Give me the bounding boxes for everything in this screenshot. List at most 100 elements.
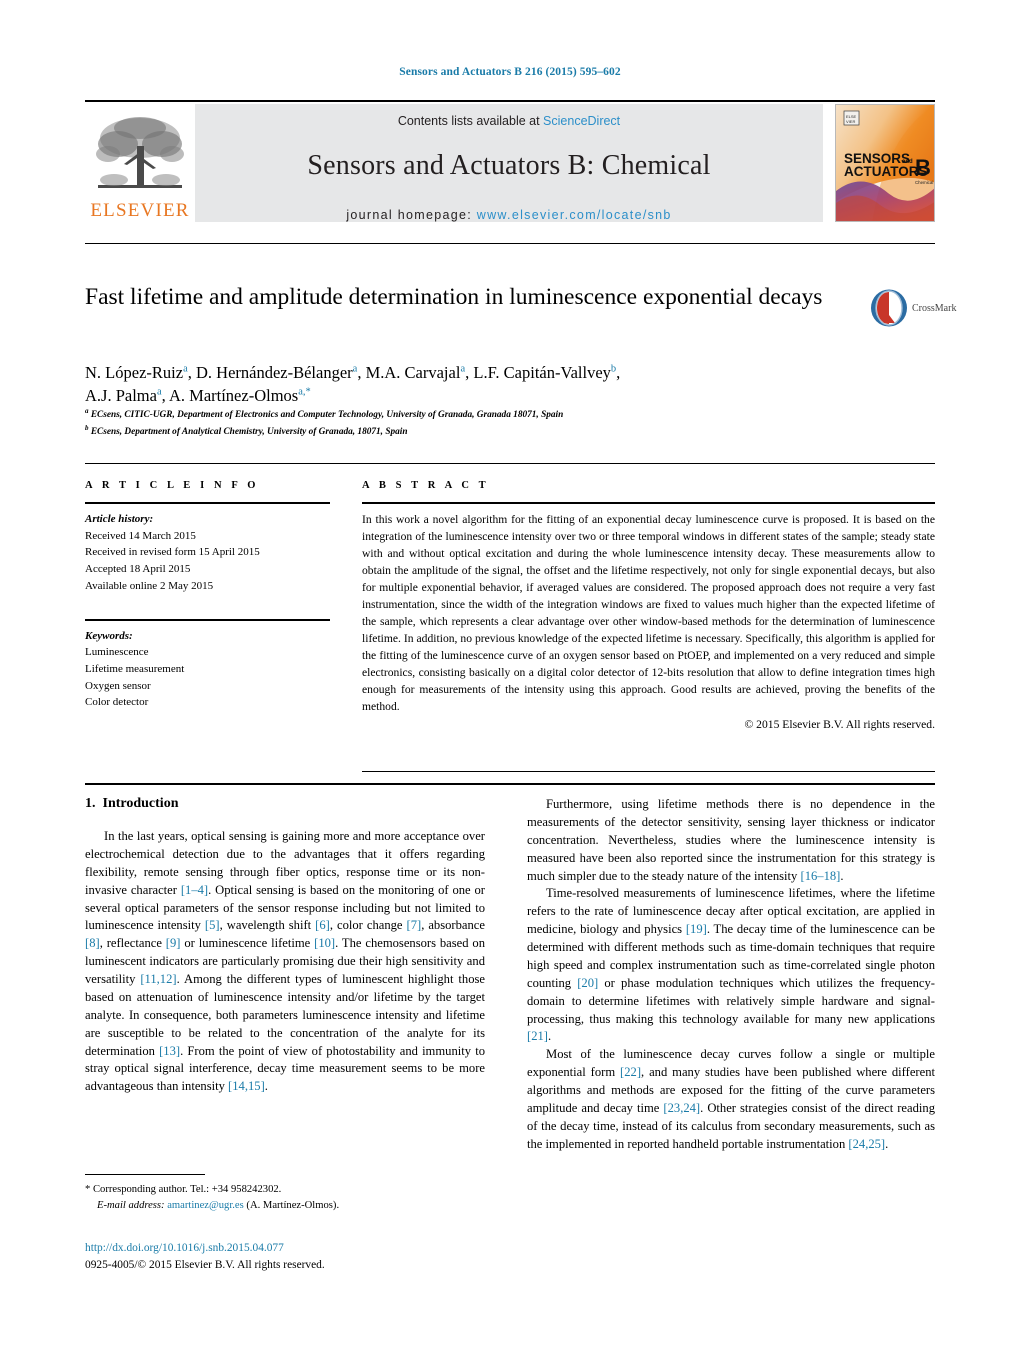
homepage-label: journal homepage: bbox=[346, 208, 477, 222]
issn-copyright-line: 0925-4005/© 2015 Elsevier B.V. All right… bbox=[85, 1259, 325, 1272]
abstract-text: In this work a novel algorithm for the f… bbox=[362, 513, 935, 714]
journal-title: Sensors and Actuators B: Chemical bbox=[307, 150, 711, 181]
body-top-rule bbox=[85, 783, 935, 785]
article-info-column: A R T I C L E I N F O Article history: R… bbox=[85, 480, 330, 711]
email-link[interactable]: amartinez@ugr.es bbox=[167, 1200, 244, 1211]
journal-header-center: Contents lists available at ScienceDirec… bbox=[195, 104, 823, 222]
keywords-label: Keywords: bbox=[85, 629, 133, 642]
citation-link[interactable]: [24,25] bbox=[848, 1137, 885, 1151]
body-column-left: 1. Introduction In the last years, optica… bbox=[85, 796, 485, 1096]
svg-text:Chemical: Chemical bbox=[915, 180, 933, 185]
citation-link[interactable]: [9] bbox=[166, 936, 181, 950]
corresponding-author-footnote: * Corresponding author. Tel.: +34 958242… bbox=[85, 1174, 485, 1214]
contents-list-line: Contents lists available at ScienceDirec… bbox=[398, 114, 620, 128]
keywords-group: Keywords: Luminescence Lifetime measureme… bbox=[85, 628, 330, 712]
citation-link[interactable]: [6] bbox=[315, 918, 330, 932]
right-column-paragraphs: Furthermore, using lifetime methods ther… bbox=[527, 796, 935, 1154]
affiliation-marker: a bbox=[85, 407, 89, 415]
header-top-rule bbox=[85, 100, 935, 102]
author-name: A. Martínez-Olmos bbox=[168, 386, 299, 406]
author-list: N. López-Ruiza, D. Hernández-Bélangera, … bbox=[85, 363, 621, 406]
elsevier-tree-icon bbox=[96, 117, 184, 188]
journal-homepage-line: journal homepage: www.elsevier.com/locat… bbox=[346, 208, 671, 222]
journal-header-band: ELSEVIER Contents lists available at Sci… bbox=[85, 104, 935, 222]
body-paragraph: Time-resolved measurements of luminescen… bbox=[527, 886, 935, 1044]
author-name: A.J. Palma bbox=[85, 386, 157, 406]
citation-link[interactable]: [23,24] bbox=[663, 1101, 700, 1115]
left-column-paragraphs: In the last years, optical sensing is ga… bbox=[85, 828, 485, 1096]
header-bottom-rule bbox=[85, 243, 935, 244]
abstract-heading: A B S T R A C T bbox=[362, 480, 490, 491]
crossmark-icon bbox=[871, 289, 907, 327]
svg-text:VIER: VIER bbox=[846, 119, 855, 124]
elsevier-wordmark: ELSEVIER bbox=[90, 200, 190, 221]
author-name: N. López-Ruiz bbox=[85, 363, 184, 382]
author-affiliation-marker: a bbox=[352, 363, 358, 375]
homepage-url-link[interactable]: www.elsevier.com/locate/snb bbox=[477, 208, 672, 222]
article-history-items: Received 14 March 2015 Received in revise… bbox=[85, 528, 330, 595]
article-history-label: Article history: bbox=[85, 513, 154, 525]
affiliation-list: a ECsens, CITIC-UGR, Department of Elect… bbox=[85, 406, 875, 440]
citation-link[interactable]: [13] bbox=[159, 1044, 180, 1058]
info-abstract-top-rule bbox=[85, 463, 935, 464]
elsevier-logo[interactable]: ELSEVIER bbox=[85, 104, 195, 222]
citation-link[interactable]: [11,12] bbox=[140, 972, 176, 986]
journal-cover-thumbnail[interactable]: ELSE VIER SENSORS and ACTUATORS B Chemic… bbox=[835, 104, 935, 222]
citation-link[interactable]: [20] bbox=[577, 976, 598, 990]
author-name: M.A. Carvajal bbox=[365, 363, 461, 382]
citation-link[interactable]: [1–4] bbox=[181, 883, 208, 897]
email-owner: (A. Martínez-Olmos). bbox=[246, 1199, 340, 1211]
section-heading-introduction: 1. Introduction bbox=[85, 796, 485, 812]
keyword-item: Color detector bbox=[85, 696, 149, 709]
affiliation-item: a ECsens, CITIC-UGR, Department of Elect… bbox=[85, 407, 564, 421]
citation-link[interactable]: [5] bbox=[205, 918, 220, 932]
author-name: D. Hernández-Bélanger bbox=[195, 363, 353, 382]
citation-link[interactable]: [22] bbox=[620, 1065, 641, 1079]
footnote-line-1: * Corresponding author. Tel.: +34 958242… bbox=[85, 1182, 485, 1198]
keywords-items: Luminescence Lifetime measurement Oxygen s… bbox=[85, 644, 330, 711]
keyword-item: Luminescence bbox=[85, 646, 149, 659]
body-paragraph: Furthermore, using lifetime methods ther… bbox=[527, 797, 935, 883]
abstract-rule bbox=[362, 502, 935, 504]
affiliation-item: b ECsens, Department of Analytical Chemi… bbox=[85, 424, 408, 438]
citation-link[interactable]: [21] bbox=[527, 1029, 548, 1043]
article-history-item: Received 14 March 2015 bbox=[85, 529, 196, 542]
footnote-line-2: E-mail address: amartinez@ugr.es (A. Mar… bbox=[85, 1198, 485, 1214]
email-label: E-mail address: bbox=[97, 1199, 165, 1211]
footnote-marker: * bbox=[85, 1184, 91, 1195]
body-paragraph: Most of the luminescence decay curves fo… bbox=[527, 1047, 935, 1151]
author-name: L.F. Capitán-Vallvey bbox=[473, 363, 611, 382]
affiliation-marker: b bbox=[85, 424, 89, 433]
article-history-item: Available online 2 May 2015 bbox=[85, 579, 214, 592]
sciencedirect-link[interactable]: ScienceDirect bbox=[543, 114, 620, 128]
citation-link[interactable]: [7] bbox=[407, 918, 422, 932]
article-history-group: Article history: Received 14 March 2015 R… bbox=[85, 511, 330, 595]
article-page: Sensors and Actuators B 216 (2015) 595–6… bbox=[0, 0, 1020, 1351]
article-info-rule bbox=[85, 502, 330, 504]
footnote-corresponding: Corresponding author. Tel.: +34 95824230… bbox=[92, 1184, 282, 1195]
title-block: Fast lifetime and amplitude determinatio… bbox=[85, 282, 845, 312]
author-affiliation-marker: b bbox=[610, 363, 617, 375]
journal-cover-art: ELSE VIER SENSORS and ACTUATORS B Chemic… bbox=[836, 105, 934, 221]
body-paragraph: In the last years, optical sensing is ga… bbox=[85, 829, 485, 1094]
article-history-item: Received in revised form 15 April 2015 bbox=[85, 546, 260, 559]
crossmark-label: CrossMark bbox=[912, 302, 957, 314]
author-affiliation-marker: a bbox=[460, 363, 466, 375]
citation-link[interactable]: [8] bbox=[85, 936, 100, 950]
abstract-bottom-rule bbox=[362, 771, 935, 772]
body-column-right: Furthermore, using lifetime methods ther… bbox=[527, 796, 935, 1154]
article-info-heading: A R T I C L E I N F O bbox=[85, 480, 260, 491]
running-head: Sensors and Actuators B 216 (2015) 595–6… bbox=[399, 66, 621, 78]
citation-link[interactable]: [14,15] bbox=[228, 1079, 265, 1093]
author-affiliation-marker: a,* bbox=[298, 386, 311, 398]
crossmark-badge[interactable]: CrossMark bbox=[870, 288, 960, 328]
citation-link[interactable]: [16–18] bbox=[801, 869, 841, 883]
page-title: Fast lifetime and amplitude determinatio… bbox=[85, 284, 823, 310]
doi-link[interactable]: http://dx.doi.org/10.1016/j.snb.2015.04.… bbox=[85, 1240, 515, 1257]
keyword-item: Oxygen sensor bbox=[85, 679, 151, 692]
section-title: Introduction bbox=[102, 796, 179, 811]
citation-link[interactable]: [19] bbox=[686, 922, 707, 936]
author-affiliation-marker: a bbox=[183, 363, 188, 375]
citation-link[interactable]: [10] bbox=[314, 936, 335, 950]
